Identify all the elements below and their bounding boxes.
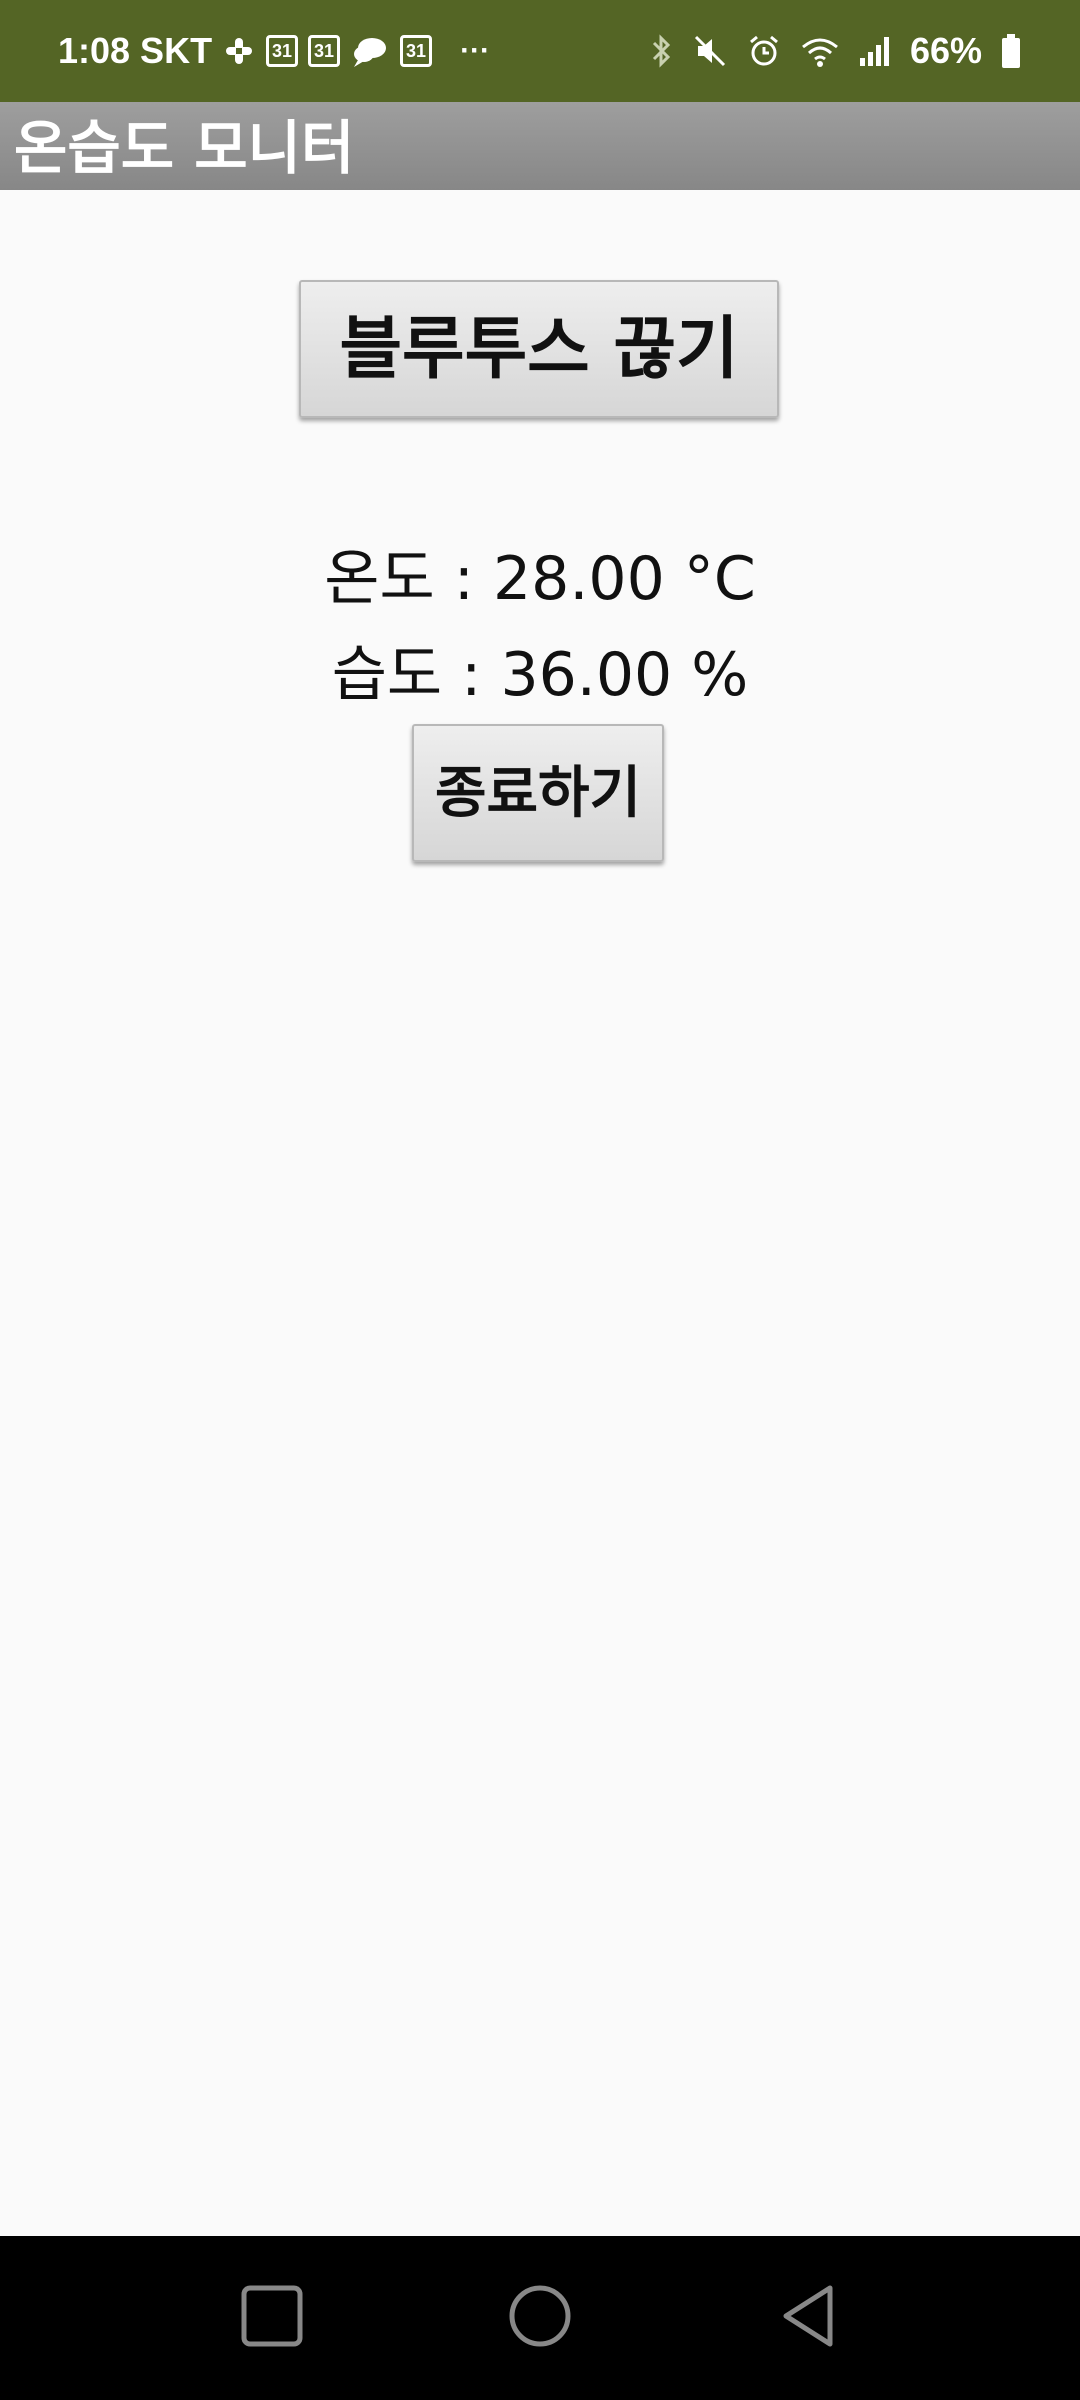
temperature-reading: 온도 : 28.00 °C — [324, 544, 756, 614]
status-time-carrier: 1:08 SKT — [58, 30, 213, 71]
battery-icon — [1000, 33, 1022, 69]
battery-percent: 66% — [909, 30, 982, 71]
status-right: 66% — [650, 0, 1022, 102]
exit-button[interactable]: 종료하기 — [412, 724, 664, 862]
signal-icon — [858, 34, 892, 68]
home-icon — [508, 2284, 572, 2352]
back-button[interactable] — [748, 2236, 868, 2400]
calendar-icon: 31 — [308, 35, 341, 67]
recents-button[interactable] — [212, 2236, 332, 2400]
calendar-icon: 31 — [266, 35, 299, 67]
mute-icon — [692, 33, 728, 69]
slack-icon — [222, 34, 256, 68]
alarm-icon — [746, 33, 782, 69]
bluetooth-icon — [650, 33, 674, 69]
back-icon — [778, 2284, 838, 2352]
cloud-icon — [350, 34, 390, 68]
app-title-bar: 온습도 모니터 — [0, 102, 1080, 190]
app-title: 온습도 모니터 — [14, 114, 355, 182]
home-button[interactable] — [480, 2236, 600, 2400]
wifi-icon — [800, 33, 840, 69]
humidity-reading: 습도 : 36.00 % — [331, 640, 749, 710]
main-content: 블루투스 끊기 온도 : 28.00 °C 습도 : 36.00 % 종료하기 — [0, 190, 1080, 2236]
bluetooth-disconnect-button[interactable]: 블루투스 끊기 — [299, 280, 779, 418]
status-bar: 1:08 SKT 31 31 31 ··· 66% — [0, 0, 1080, 102]
recents-icon — [241, 2285, 303, 2351]
more-notifications-icon: ··· — [460, 34, 491, 67]
status-left: 1:08 SKT 31 31 31 ··· — [58, 0, 490, 102]
calendar-icon: 31 — [400, 35, 433, 67]
navigation-bar — [0, 2236, 1080, 2400]
